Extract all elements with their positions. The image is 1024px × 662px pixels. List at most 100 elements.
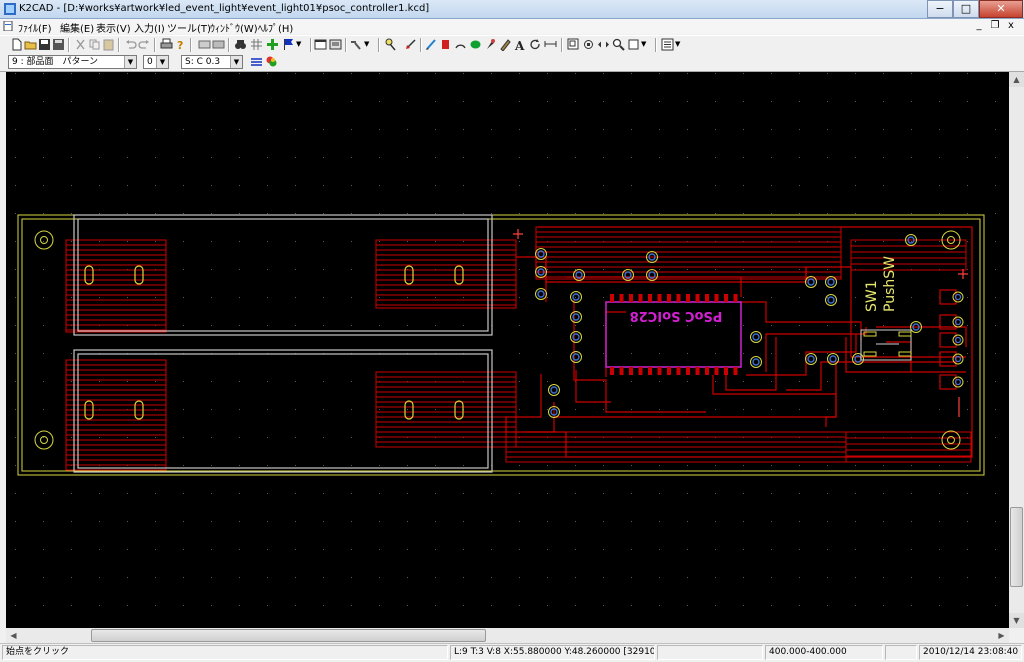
status-coordinates: L:9 T:3 V:8 X:55.880000 Y:48.260000 [329… <box>450 645 655 660</box>
chevron-down-icon[interactable]: ▼ <box>296 40 309 53</box>
layer-icon[interactable] <box>198 38 211 51</box>
menu-file[interactable]: ﾌｧｲﾙ(F) <box>18 20 52 35</box>
hammer-icon[interactable] <box>349 38 362 51</box>
ic-pin <box>657 367 662 375</box>
color-palette-icon[interactable] <box>265 55 278 68</box>
minimize-button[interactable]: − <box>927 0 953 18</box>
ic-pin <box>657 294 662 302</box>
switch-ref-label: SW1 <box>864 280 880 312</box>
new-file-icon[interactable] <box>10 38 23 51</box>
menu-view[interactable]: 表示(V) <box>96 20 131 35</box>
save-all-icon[interactable] <box>52 38 65 51</box>
status-datetime: 2010/12/14 23:08:40 <box>919 645 1022 660</box>
rotate-icon[interactable] <box>529 38 542 51</box>
ic-pin <box>638 367 643 375</box>
window-icon[interactable] <box>314 38 327 51</box>
toolbar-separator <box>561 38 563 52</box>
zoom-select[interactable]: 0 ▼ <box>143 55 169 69</box>
print-icon[interactable] <box>160 38 173 51</box>
chevron-down-icon[interactable]: ▼ <box>641 40 654 53</box>
zoom-fit-icon[interactable] <box>582 38 595 51</box>
app-icon[interactable] <box>4 3 16 15</box>
zoom-select-value: 0 <box>147 57 153 67</box>
cut-icon[interactable] <box>74 38 87 51</box>
pcb-layout[interactable]: PSoC SoIC28 SW1 PushSW <box>6 72 1009 628</box>
ic-pin <box>619 294 624 302</box>
open-folder-icon[interactable] <box>24 38 37 51</box>
switch-name-label: PushSW <box>882 256 898 312</box>
pad-tool-icon[interactable] <box>469 38 482 51</box>
horizontal-scroll-thumb[interactable] <box>91 629 486 642</box>
width-select[interactable]: S: C 0.3 ▼ <box>181 55 243 69</box>
vertical-scroll-thumb[interactable] <box>1010 507 1023 587</box>
chevron-down-icon[interactable]: ▼ <box>124 56 136 68</box>
scroll-down-icon[interactable]: ▼ <box>1009 613 1024 628</box>
cad-canvas[interactable]: PSoC SoIC28 SW1 PushSW <box>6 72 1009 628</box>
scroll-right-icon[interactable]: ▶ <box>994 628 1009 643</box>
toolbar-separator <box>190 38 192 52</box>
close-button[interactable]: ✕ <box>979 0 1023 18</box>
undo-icon[interactable] <box>124 38 137 51</box>
chevron-down-icon[interactable]: ▼ <box>156 56 168 68</box>
layer-select[interactable]: 9 : 部品面 パターン ▼ <box>8 55 137 69</box>
layer-select-value: 9 : 部品面 パターン <box>12 57 99 67</box>
svg-text:A: A <box>514 39 525 51</box>
mdi-restore-button[interactable]: ❐ <box>988 20 1002 31</box>
chevron-down-icon[interactable]: ▼ <box>230 56 242 68</box>
ic-pin <box>733 367 738 375</box>
layer-alt-icon[interactable] <box>212 38 225 51</box>
arrow-tool-icon[interactable] <box>404 38 417 51</box>
scroll-left-icon[interactable]: ◀ <box>6 628 21 643</box>
probe-icon[interactable] <box>384 38 397 51</box>
zoom-window-icon[interactable] <box>567 38 580 51</box>
pan-icon[interactable] <box>597 38 610 51</box>
save-icon[interactable] <box>38 38 51 51</box>
add-component-icon[interactable] <box>266 38 279 51</box>
menu-bar: ﾌｧｲﾙ(F) 編集(E) 表示(V) 入力(I) ツール(T) ｳｨﾝﾄﾞｳ(… <box>0 19 1024 35</box>
menu-window[interactable]: ｳｨﾝﾄﾞｳ(W) <box>210 20 258 35</box>
status-empty-2 <box>885 645 917 660</box>
ic-label: PSoC SoIC28 <box>630 308 723 323</box>
ic-pin <box>667 294 671 302</box>
toolbar-separator <box>68 38 70 52</box>
maximize-button[interactable]: □ <box>953 0 979 18</box>
horizontal-scrollbar[interactable]: ◀ ▶ <box>6 628 1009 643</box>
menu-edit[interactable]: 編集(E) <box>60 20 94 35</box>
board-icon[interactable] <box>329 38 342 51</box>
status-hint: 始点をクリック <box>2 645 448 660</box>
select-rect-icon[interactable] <box>627 38 640 51</box>
menu-tools[interactable]: ツール(T) <box>167 20 211 35</box>
line-style-icon[interactable] <box>250 55 263 68</box>
ic-pin <box>676 367 681 375</box>
scroll-up-icon[interactable]: ▲ <box>1009 72 1024 87</box>
ic-pin <box>714 367 719 375</box>
binoculars-icon[interactable] <box>234 38 247 51</box>
copy-icon[interactable] <box>88 38 101 51</box>
help-icon[interactable]: ? <box>174 38 187 51</box>
status-bar: 始点をクリック L:9 T:3 V:8 X:55.880000 Y:48.260… <box>0 643 1024 662</box>
vertical-scrollbar[interactable]: ▲ ▼ <box>1009 72 1024 628</box>
list-view-icon[interactable] <box>661 38 674 51</box>
resistor-icon[interactable] <box>439 38 452 51</box>
redo-icon[interactable] <box>138 38 151 51</box>
grid-icon[interactable] <box>250 38 263 51</box>
chevron-down-icon[interactable]: ▼ <box>364 40 377 53</box>
ic-pin <box>667 367 671 375</box>
document-icon[interactable] <box>3 21 13 31</box>
menu-input[interactable]: 入力(I) <box>134 20 165 35</box>
pen-tool-icon[interactable] <box>424 38 437 51</box>
measure-icon[interactable] <box>544 38 557 51</box>
mdi-close-button[interactable]: x <box>1004 20 1018 31</box>
magnifier-icon[interactable] <box>612 38 625 51</box>
flag-icon[interactable] <box>282 38 295 51</box>
chevron-down-icon[interactable]: ▼ <box>675 40 688 53</box>
svg-text:?: ? <box>177 39 183 51</box>
via-tool-icon[interactable] <box>484 38 497 51</box>
menu-help[interactable]: ﾍﾙﾌﾟ(H) <box>258 20 293 35</box>
paste-icon[interactable] <box>102 38 115 51</box>
ic-pin <box>648 367 652 375</box>
text-tool-icon[interactable]: A <box>514 38 527 51</box>
arc-tool-icon[interactable] <box>454 38 467 51</box>
mdi-minimize-button[interactable]: _ <box>972 20 986 31</box>
marker-icon[interactable] <box>499 38 512 51</box>
